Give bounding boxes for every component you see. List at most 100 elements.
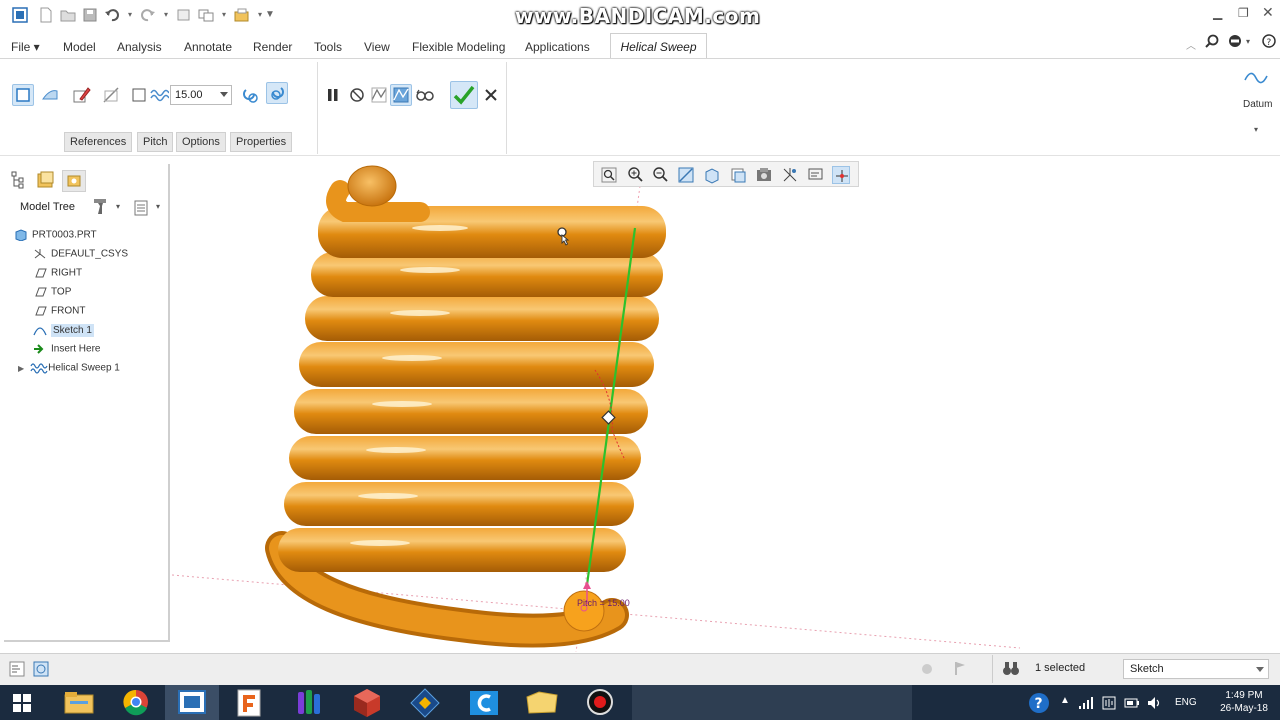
selection-filter-select[interactable]: Sketch — [1123, 659, 1269, 679]
display-style-icon[interactable] — [703, 166, 721, 184]
sketch-section-button[interactable] — [70, 84, 92, 106]
redo-icon[interactable] — [140, 7, 156, 23]
network-icon[interactable] — [1078, 695, 1094, 714]
speaker-icon[interactable] — [1146, 695, 1162, 714]
spin-center-icon[interactable] — [832, 166, 850, 184]
tree-item-right[interactable]: RIGHT — [33, 267, 82, 285]
c-app-taskbar-icon[interactable] — [457, 685, 511, 720]
matlab-app-taskbar-icon[interactable] — [282, 685, 336, 720]
tree-item-sketch-1[interactable]: Sketch 1 — [33, 323, 94, 342]
subtab-options[interactable]: Options — [176, 132, 226, 152]
subtab-pitch[interactable]: Pitch — [137, 132, 174, 152]
tab-applications[interactable]: Applications — [525, 40, 590, 54]
tree-show-dropdown-icon[interactable]: ▾ — [156, 202, 160, 211]
annotation-display-icon[interactable] — [807, 166, 825, 184]
tree-item-top[interactable]: TOP — [33, 286, 71, 304]
zoom-in-icon[interactable] — [626, 166, 644, 184]
tab-file[interactable]: File ▾ — [11, 40, 40, 54]
tab-view[interactable]: View — [364, 40, 390, 54]
new-file-icon[interactable] — [38, 7, 54, 23]
tree-item-default-csys[interactable]: DEFAULT_CSYS — [33, 248, 128, 266]
chevron-down-icon[interactable] — [220, 92, 228, 97]
datum-display-icon[interactable] — [781, 166, 799, 184]
regenerate-icon[interactable] — [176, 7, 192, 23]
undo-dropdown-icon[interactable]: ▾ — [122, 7, 138, 23]
attached-preview-button[interactable] — [368, 84, 390, 106]
search-icon[interactable] — [1205, 34, 1219, 51]
minimize-icon[interactable]: ▁ — [1213, 6, 1222, 20]
tree-item-insert-here[interactable]: Insert Here — [33, 343, 100, 361]
no-preview-button[interactable] — [346, 84, 368, 106]
surface-toggle-button[interactable] — [39, 84, 61, 106]
tree-settings-dropdown-icon[interactable]: ▾ — [116, 202, 120, 211]
tab-render[interactable]: Render — [253, 40, 292, 54]
tab-annotate[interactable]: Annotate — [184, 40, 232, 54]
start-button[interactable] — [0, 685, 46, 720]
ok-checkmark-button[interactable] — [450, 81, 478, 109]
view-manager-icon[interactable] — [755, 166, 773, 184]
chevron-down-icon[interactable] — [1256, 667, 1264, 672]
subtab-properties[interactable]: Properties — [230, 132, 293, 152]
save-icon[interactable] — [82, 7, 98, 23]
subtab-references[interactable]: References — [64, 132, 133, 152]
app-logo-icon[interactable] — [12, 7, 28, 23]
model-tree-title[interactable]: Model Tree — [20, 201, 75, 213]
open-folder-icon[interactable] — [60, 7, 76, 23]
file-explorer-taskbar-icon[interactable] — [52, 685, 106, 720]
verify-preview-button[interactable] — [390, 84, 412, 106]
remove-material-button[interactable] — [100, 84, 122, 106]
datum-icon[interactable] — [1243, 66, 1269, 93]
left-handed-button[interactable] — [239, 84, 261, 106]
pause-button[interactable] — [322, 84, 344, 106]
graphics-viewport[interactable]: Pitch = 15.00 — [171, 156, 1280, 653]
restore-icon[interactable]: ❐ — [1238, 6, 1249, 20]
saved-orientations-icon[interactable] — [729, 166, 747, 184]
3d-app-taskbar-icon[interactable] — [340, 685, 394, 720]
close-window-icon[interactable] — [234, 7, 250, 23]
repaint-icon[interactable] — [677, 166, 695, 184]
tree-item-front[interactable]: FRONT — [33, 305, 85, 323]
bandicam-taskbar-icon[interactable] — [573, 685, 627, 720]
favorites-tab-icon[interactable] — [62, 170, 86, 192]
solid-toggle-button[interactable] — [12, 84, 34, 106]
tab-model[interactable]: Model — [63, 40, 96, 54]
tab-tools[interactable]: Tools — [314, 40, 342, 54]
community-icon[interactable] — [1228, 34, 1242, 51]
redo-dropdown-icon[interactable]: ▾ — [158, 7, 174, 23]
datum-label[interactable]: Datum — [1243, 99, 1272, 110]
right-handed-button[interactable] — [266, 82, 288, 104]
tree-settings-icon[interactable] — [92, 198, 108, 219]
tree-show-icon[interactable] — [134, 200, 150, 219]
tab-helical-sweep[interactable]: Helical Sweep — [610, 33, 707, 59]
foxit-reader-taskbar-icon[interactable] — [223, 685, 277, 720]
tab-flexible-modeling[interactable]: Flexible Modeling — [412, 40, 505, 54]
help-icon[interactable]: ? — [1262, 34, 1276, 51]
cancel-button[interactable] — [480, 84, 502, 106]
flag-icon[interactable] — [953, 660, 967, 679]
sticky-folder-taskbar-icon[interactable] — [515, 685, 569, 720]
community-dropdown-icon[interactable]: ▾ — [1246, 37, 1250, 46]
undo-icon[interactable] — [104, 7, 120, 23]
pitch-value-combo[interactable]: 15.00 — [170, 85, 232, 105]
tree-item-helical-sweep-1[interactable]: ▶ Helical Sweep 1 — [18, 362, 120, 380]
datum-dropdown-icon[interactable]: ▾ — [1254, 125, 1258, 134]
pitch-dimension-label[interactable]: Pitch = 15.00 — [577, 598, 630, 608]
creo-taskbar-icon[interactable] — [165, 685, 219, 720]
battery-icon[interactable] — [1124, 695, 1140, 714]
show-navigator-icon[interactable] — [8, 660, 26, 681]
diamond-app-taskbar-icon[interactable] — [398, 685, 452, 720]
glasses-preview-button[interactable] — [414, 84, 436, 106]
folder-browser-tab-icon[interactable] — [36, 170, 56, 193]
expand-triangle-icon[interactable]: ▶ — [18, 364, 24, 373]
language-indicator[interactable]: ENG — [1175, 697, 1197, 708]
windows-icon[interactable] — [198, 7, 214, 23]
tree-item-part[interactable]: PRT0003.PRT — [14, 229, 97, 247]
show-browser-icon[interactable] — [32, 660, 50, 681]
chrome-taskbar-icon[interactable] — [109, 685, 163, 720]
zoom-out-icon[interactable] — [651, 166, 669, 184]
tab-analysis[interactable]: Analysis — [117, 40, 162, 54]
volume-mixer-icon[interactable] — [1101, 695, 1117, 714]
windows-dropdown-icon[interactable]: ▾ — [216, 7, 232, 23]
model-tree-tab-icon[interactable] — [11, 171, 25, 192]
close-icon[interactable]: ✕ — [1262, 4, 1274, 21]
